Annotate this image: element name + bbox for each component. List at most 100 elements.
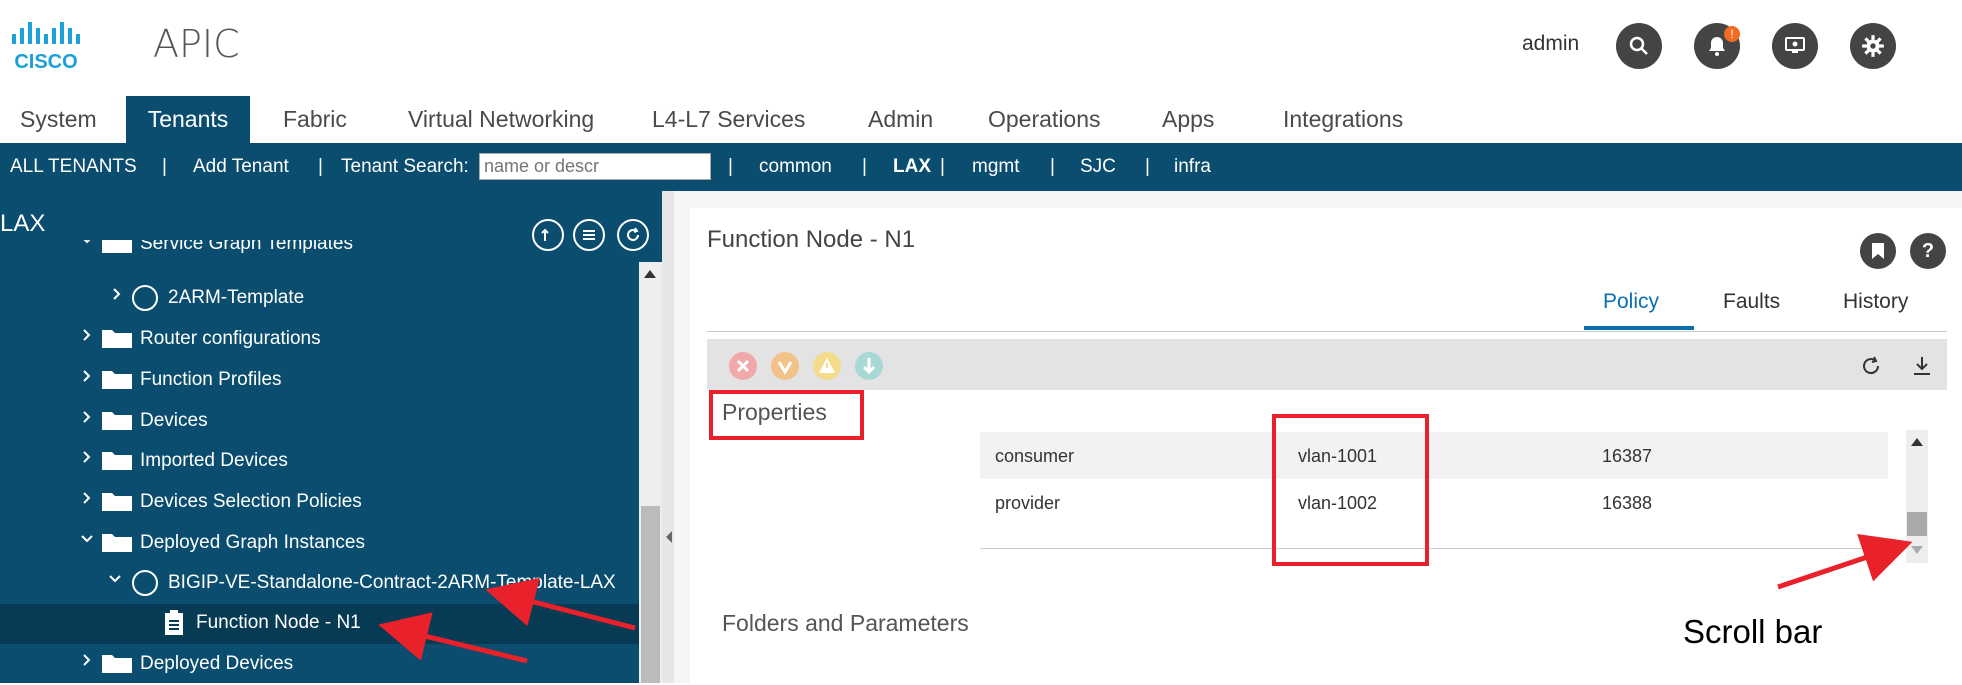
folder-icon [102,452,132,470]
help-icon[interactable]: ? [1910,233,1946,269]
tree-label: 2ARM-Template [168,287,305,308]
critical-fault-icon[interactable] [729,352,757,380]
cell-name: provider [995,493,1061,513]
tree-item[interactable]: BIGIP-VE-Standalone-Contract-2ARM-Templa… [0,564,640,604]
tab-fabric[interactable]: Fabric [283,96,347,143]
tree-item[interactable]: Imported Devices [0,442,640,482]
page-title: Function Node - N1 [707,226,916,253]
tree-item[interactable]: Function Profiles [0,361,640,401]
separator: | [862,156,867,177]
scroll-up-icon[interactable] [644,268,656,278]
scroll-thumb[interactable] [641,506,660,683]
tree-item[interactable]: Deployed Graph Instances [0,524,640,564]
tenant-search-input[interactable] [479,153,711,180]
monitor-icon[interactable] [1772,23,1818,69]
separator: | [162,156,167,177]
warning-fault-icon[interactable] [855,352,883,380]
tree-item[interactable]: 2ARM-Template [0,279,640,319]
chevron-right-icon [83,451,91,463]
tenant-link-sjc[interactable]: SJC [1080,143,1116,191]
chevron-right-icon [83,492,91,504]
scroll-thumb[interactable] [1907,512,1927,536]
encap-table: consumer vlan-1001 16387 provider vlan-1… [980,432,1888,549]
tree-item-selected[interactable]: Function Node - N1 [0,604,640,644]
highlight-box-properties [709,390,864,440]
active-tab-indicator [1584,326,1694,330]
tab-divider [707,331,1947,332]
cell-id: 16387 [1602,446,1653,466]
tab-integrations[interactable]: Integrations [1283,96,1403,143]
tab-history[interactable]: History [1843,290,1908,314]
tab-l4-l7-services[interactable]: L4-L7 Services [652,96,805,143]
chevron-down-icon [109,575,121,583]
minor-fault-icon[interactable] [813,352,841,380]
table-row[interactable]: consumer vlan-1001 16387 [980,432,1888,479]
separator: | [728,156,733,177]
separator: | [1145,156,1150,177]
folder-icon [102,371,132,389]
chevron-down-icon [81,535,93,543]
tree-item[interactable]: Devices [0,402,640,442]
major-fault-icon[interactable] [771,352,799,380]
chevron-right-icon [83,370,91,382]
folder-icon [102,534,132,552]
tree-item[interactable]: Devices Selection Policies [0,483,640,523]
gear-icon[interactable] [1850,23,1896,69]
tree-item[interactable]: Service Graph Templates [0,240,640,262]
separator: | [1050,156,1055,177]
bookmark-icon[interactable] [1860,233,1896,269]
folder-icon [102,330,132,348]
cisco-logo: CISCO [12,22,80,72]
graph-template-icon [132,285,158,311]
tenant-subnav: ALL TENANTS | Add Tenant | Tenant Search… [0,143,1962,191]
separator: | [940,156,945,177]
tree-item[interactable]: Deployed Devices [0,645,640,685]
svg-text:CISCO: CISCO [14,51,77,72]
folder-icon [102,412,132,430]
pane-splitter[interactable] [662,191,674,683]
tree-item[interactable]: Router configurations [0,320,640,360]
tree-label: Deployed Devices [140,653,294,674]
tree-label: Imported Devices [140,450,288,471]
chevron-down-icon [83,240,91,244]
tree-label: Deployed Graph Instances [140,532,365,553]
tab-admin[interactable]: Admin [868,96,933,143]
tab-apps[interactable]: Apps [1162,96,1214,143]
tab-virtual-networking[interactable]: Virtual Networking [408,96,594,143]
sidebar-title: LAX [0,210,46,237]
tree-label: Router configurations [140,328,321,349]
chevron-right-icon [83,411,91,423]
scroll-down-icon[interactable] [1911,546,1923,555]
notification-badge: ! [1724,26,1740,42]
scroll-up-icon[interactable] [1911,437,1923,446]
folder-icon [102,240,132,253]
sidebar-scrollbar[interactable] [639,262,662,683]
tab-tenants[interactable]: Tenants [126,96,250,143]
tab-system[interactable]: System [20,96,97,143]
tenant-search-label: Tenant Search: [341,156,469,177]
user-name[interactable]: admin [1522,32,1579,56]
refresh-icon[interactable] [1859,354,1883,378]
table-scrollbar[interactable] [1906,430,1928,563]
download-icon[interactable] [1910,354,1934,378]
graph-instance-icon [132,570,158,596]
all-tenants-link[interactable]: ALL TENANTS [10,143,137,191]
tab-policy[interactable]: Policy [1603,290,1659,314]
chevron-right-icon [83,654,91,666]
chevron-right-icon [83,329,91,341]
tenant-link-lax[interactable]: LAX [893,143,931,191]
tenant-link-mgmt[interactable]: mgmt [972,143,1020,191]
tab-faults[interactable]: Faults [1723,290,1780,314]
tree-label: Devices [140,410,208,431]
tenant-link-infra[interactable]: infra [1174,143,1211,191]
tenant-link-common[interactable]: common [759,143,832,191]
cell-id: 16388 [1602,493,1653,513]
search-icon[interactable] [1616,23,1662,69]
add-tenant-link[interactable]: Add Tenant [193,143,289,191]
cell-name: consumer [995,446,1075,466]
tree-label: BIGIP-VE-Standalone-Contract-2ARM-Templa… [168,572,616,593]
table-row[interactable]: provider vlan-1002 16388 [980,479,1888,526]
top-bar [0,0,1962,96]
app-title: APIC [153,22,240,66]
tab-operations[interactable]: Operations [988,96,1101,143]
